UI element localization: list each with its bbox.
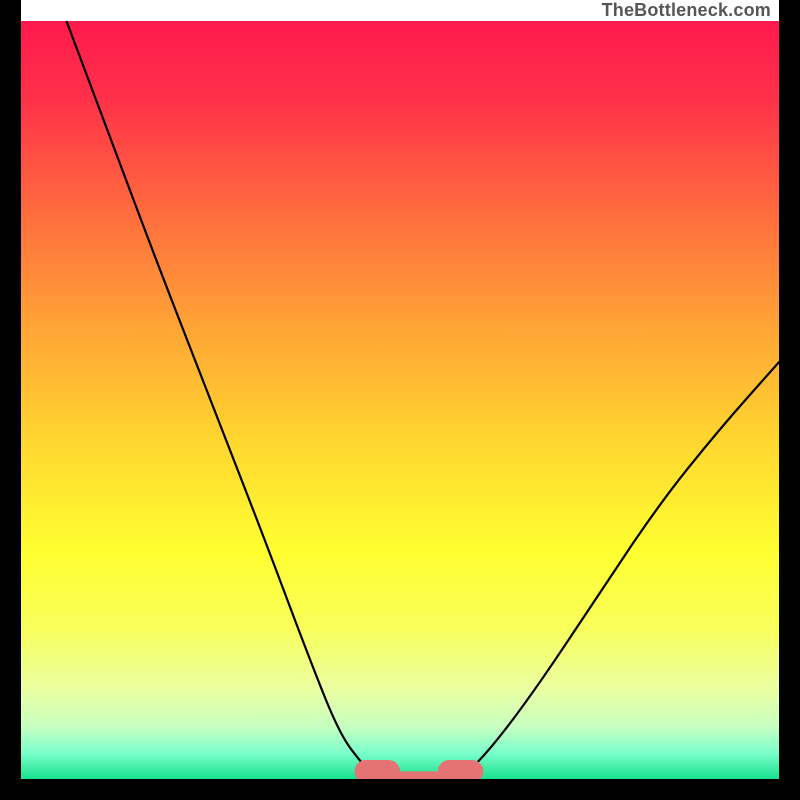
watermark-text: TheBottleneck.com <box>602 0 771 21</box>
chart-frame: TheBottleneck.com <box>0 0 800 800</box>
watermark-bar: TheBottleneck.com <box>21 0 779 21</box>
gradient-background <box>21 21 779 779</box>
